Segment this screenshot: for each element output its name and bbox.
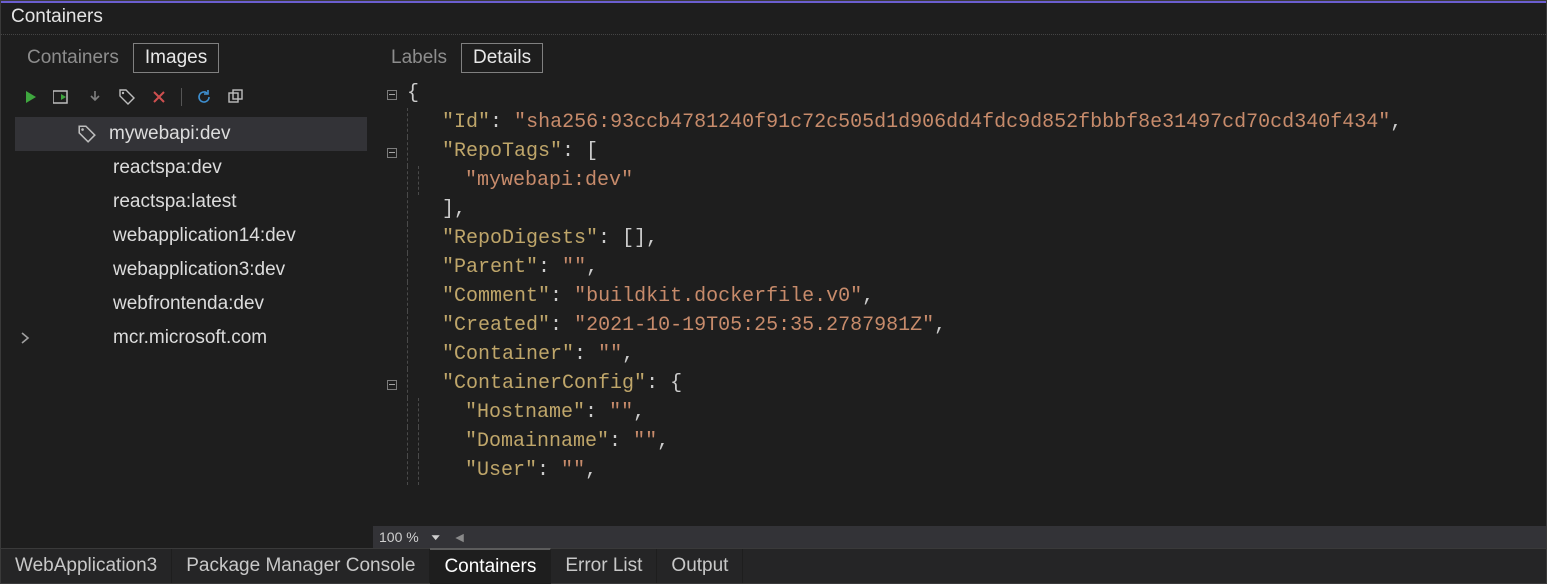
chevron-down-icon[interactable]: ▼	[429, 532, 443, 542]
run-window-icon[interactable]	[51, 85, 75, 109]
tag-icon[interactable]	[115, 85, 139, 109]
right-tabstrip: Labels Details	[379, 43, 1546, 73]
fold-icon[interactable]	[387, 90, 397, 100]
image-group-label: mcr.microsoft.com	[113, 327, 267, 349]
fold-icon[interactable]	[387, 148, 397, 158]
image-row[interactable]: reactspa:dev	[15, 151, 367, 185]
json-comment: buildkit.dockerfile.v0	[586, 285, 850, 308]
fold-icon[interactable]	[387, 380, 397, 390]
window-tabs: WebApplication3 Package Manager Console …	[1, 548, 1546, 583]
image-row[interactable]: reactspa:latest	[15, 185, 367, 219]
image-label: reactspa:latest	[113, 191, 237, 213]
tab-images[interactable]: Images	[133, 43, 219, 73]
panel-title: Containers	[1, 3, 1546, 35]
image-label: reactspa:dev	[113, 157, 222, 179]
wtab-output[interactable]: Output	[657, 549, 743, 583]
json-repotag: mywebapi:dev	[477, 169, 621, 192]
wtab-webapplication3[interactable]: WebApplication3	[1, 549, 172, 583]
tab-labels[interactable]: Labels	[379, 43, 459, 73]
chevron-right-icon[interactable]	[19, 328, 33, 342]
json-id: sha256:93ccb4781240f91c72c505d1d906dd4fd…	[526, 111, 1378, 134]
wtab-containers[interactable]: Containers	[430, 548, 551, 584]
zoom-level[interactable]: 100 %	[379, 529, 419, 545]
image-row[interactable]: webfrontenda:dev	[15, 287, 367, 321]
refresh-icon[interactable]	[192, 85, 216, 109]
pull-icon[interactable]	[83, 85, 107, 109]
wtab-error-list[interactable]: Error List	[551, 549, 657, 583]
run-icon[interactable]	[19, 85, 43, 109]
json-viewer[interactable]: { "Id": "sha256:93ccb4781240f91c72c505d1…	[373, 79, 1546, 526]
image-label: webfrontenda:dev	[113, 293, 264, 315]
image-row[interactable]: webapplication14:dev	[15, 219, 367, 253]
image-label: mywebapi:dev	[109, 123, 230, 145]
image-row[interactable]: mywebapi:dev	[15, 117, 367, 151]
tab-containers[interactable]: Containers	[15, 43, 131, 73]
image-label: webapplication3:dev	[113, 259, 285, 281]
left-tabstrip: Containers Images	[15, 43, 367, 73]
image-toolbar	[15, 79, 367, 115]
image-label: webapplication14:dev	[113, 225, 296, 247]
tab-details[interactable]: Details	[461, 43, 543, 73]
delete-icon[interactable]	[147, 85, 171, 109]
wtab-package-manager-console[interactable]: Package Manager Console	[172, 549, 430, 583]
zoom-bar: 100 % ▼ ◄	[373, 526, 1546, 548]
toolbar-separator	[181, 88, 182, 106]
json-created: 2021-10-19T05:25:35.2787981Z	[586, 314, 922, 337]
prune-icon[interactable]	[224, 85, 248, 109]
image-group-row[interactable]: mcr.microsoft.com	[15, 321, 367, 355]
scroll-left-icon[interactable]: ◄	[453, 529, 469, 545]
image-row[interactable]: webapplication3:dev	[15, 253, 367, 287]
tag-icon	[77, 124, 97, 144]
image-tree: mywebapi:dev reactspa:dev reactspa:lates…	[15, 115, 367, 544]
